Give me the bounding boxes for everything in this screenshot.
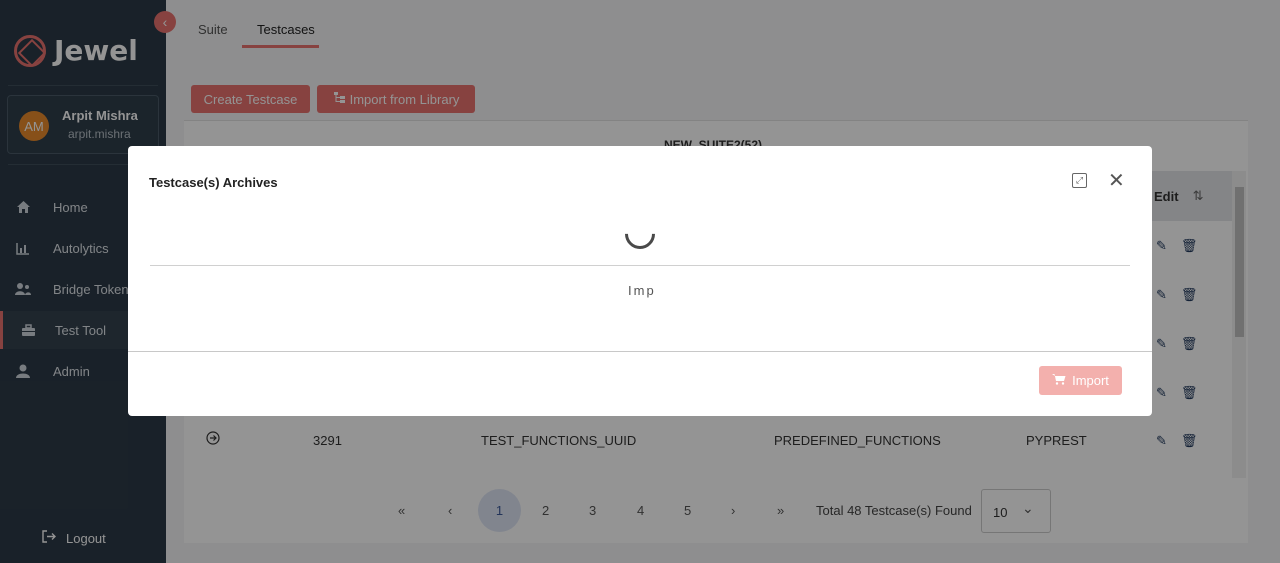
import-button[interactable]: Import <box>1039 366 1122 395</box>
loading-spinner <box>618 212 662 256</box>
modal-footer-divider <box>128 351 1152 352</box>
modal-divider <box>150 265 1130 266</box>
loading-text: Imp <box>628 283 656 298</box>
import-label: Import <box>1072 373 1109 388</box>
modal-title: Testcase(s) Archives <box>149 175 278 190</box>
expand-icon[interactable]: ⤢ <box>1072 173 1087 188</box>
archives-modal: Testcase(s) Archives ⤢ ✕ Imp Import <box>128 146 1152 416</box>
cart-icon <box>1052 373 1066 388</box>
close-icon[interactable]: ✕ <box>1108 168 1125 193</box>
